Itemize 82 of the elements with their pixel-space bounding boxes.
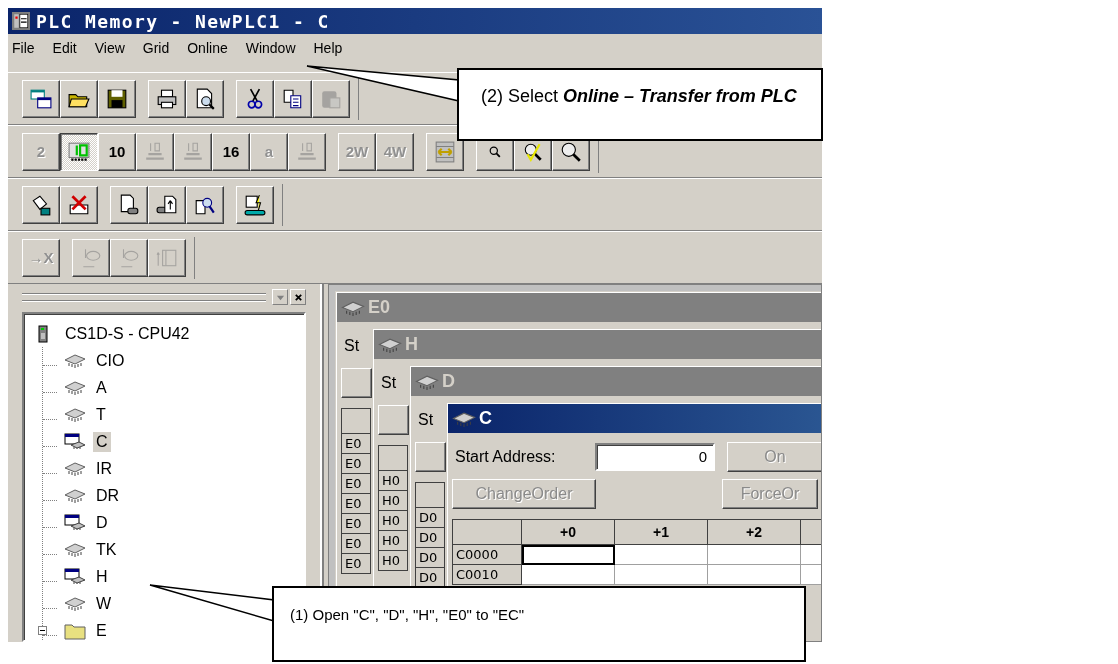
collapse-icon[interactable] [38, 625, 47, 635]
window-title: PLC Memory - NewPLC1 - C [36, 10, 330, 32]
row-header: H0 [378, 510, 408, 531]
row-header: E0 [341, 473, 371, 494]
tree-item[interactable]: DR [93, 485, 123, 506]
row-header: E0 [341, 493, 371, 514]
close-button[interactable] [290, 289, 306, 305]
row-header: D0 [415, 567, 445, 588]
row-header: E0 [341, 513, 371, 534]
row-header: H0 [378, 470, 408, 491]
digit-format-icon [182, 140, 204, 163]
row-header: D0 [415, 507, 445, 528]
toolbar-button[interactable]: 16 [212, 132, 250, 171]
digit-format-icon [296, 140, 318, 163]
tree-item[interactable]: C [93, 431, 111, 452]
row-header: E0 [341, 533, 371, 554]
menu-item[interactable]: Window [236, 38, 305, 58]
page-magnifier-icon [194, 87, 216, 110]
tree-item[interactable]: CIO [93, 350, 128, 371]
copy-icon [282, 87, 304, 110]
tree-item[interactable]: A [93, 377, 110, 398]
menu-item[interactable]: Edit [43, 38, 86, 58]
row-header: C0010 [452, 564, 522, 585]
digit-format-icon [144, 140, 166, 163]
grip-handle[interactable] [22, 293, 266, 301]
start-address-field[interactable]: 0 [595, 443, 715, 471]
tree-item[interactable]: T [93, 404, 109, 425]
callout-text: (1) Open "C", "D", "H", "E0" to "EC" [290, 606, 525, 623]
window-button[interactable] [415, 442, 446, 472]
windows-icon [30, 87, 52, 110]
tree-item[interactable]: TK [93, 539, 120, 560]
menu-item[interactable]: Online [178, 38, 237, 58]
column-width-icon [434, 140, 456, 163]
large-magnifier-icon [560, 140, 582, 163]
cross-tray-icon [68, 193, 90, 216]
menu-item[interactable]: Help [304, 38, 352, 58]
window-title: C [479, 408, 492, 429]
start-address-label: St [417, 411, 434, 429]
window-button[interactable] [378, 405, 409, 435]
row-header: H0 [378, 490, 408, 511]
window-button[interactable] [341, 368, 372, 398]
cpu-unit-icon [36, 324, 50, 343]
row-header: D0 [415, 547, 445, 568]
row-header: H0 [378, 550, 408, 571]
column-header: +1 [614, 519, 708, 545]
start-address-label: St [380, 374, 397, 392]
tree-item[interactable]: W [93, 593, 115, 614]
toolbar-button[interactable] [60, 132, 98, 171]
page-upload-icon [156, 193, 178, 216]
header-cell [452, 519, 522, 545]
dropdown-button[interactable] [272, 289, 288, 305]
row-header: C0000 [452, 544, 522, 565]
callout-text: (2) Select Online – Transfer from PLC [481, 86, 797, 106]
column-header: +0 [521, 519, 615, 545]
tree-item[interactable]: IR [93, 458, 115, 479]
window-title: E0 [368, 297, 391, 318]
row-header: E0 [341, 453, 371, 474]
page-chip-icon [118, 193, 140, 216]
folder-icon [63, 621, 87, 640]
app-icon [12, 12, 30, 30]
start-address-label: St [343, 337, 360, 355]
tree-item[interactable]: H [93, 566, 111, 587]
window-title: H [405, 334, 418, 355]
menu-item[interactable]: View [85, 38, 134, 58]
row-header: H0 [378, 530, 408, 551]
toolbar-button[interactable]: 10 [98, 132, 136, 171]
close-icon [293, 292, 303, 302]
tree-item[interactable]: CS1D-S - CPU42 [62, 323, 193, 344]
window-title: D [442, 371, 455, 392]
row-header: D0 [415, 527, 445, 548]
tree-item[interactable]: E [93, 620, 110, 640]
column-header: +2 [707, 519, 801, 545]
row-header: E0 [341, 553, 371, 574]
menu-item[interactable]: Grid [133, 38, 179, 58]
tree-item[interactable]: D [93, 512, 111, 533]
start-address-label: Start Address: [454, 448, 557, 466]
digital-display-icon [68, 140, 90, 163]
monitor-lightning-icon [244, 193, 266, 216]
small-magnifier-icon [489, 145, 501, 158]
printer-icon [156, 87, 178, 110]
menu-item[interactable]: File [8, 38, 44, 58]
row-header: E0 [341, 433, 371, 454]
